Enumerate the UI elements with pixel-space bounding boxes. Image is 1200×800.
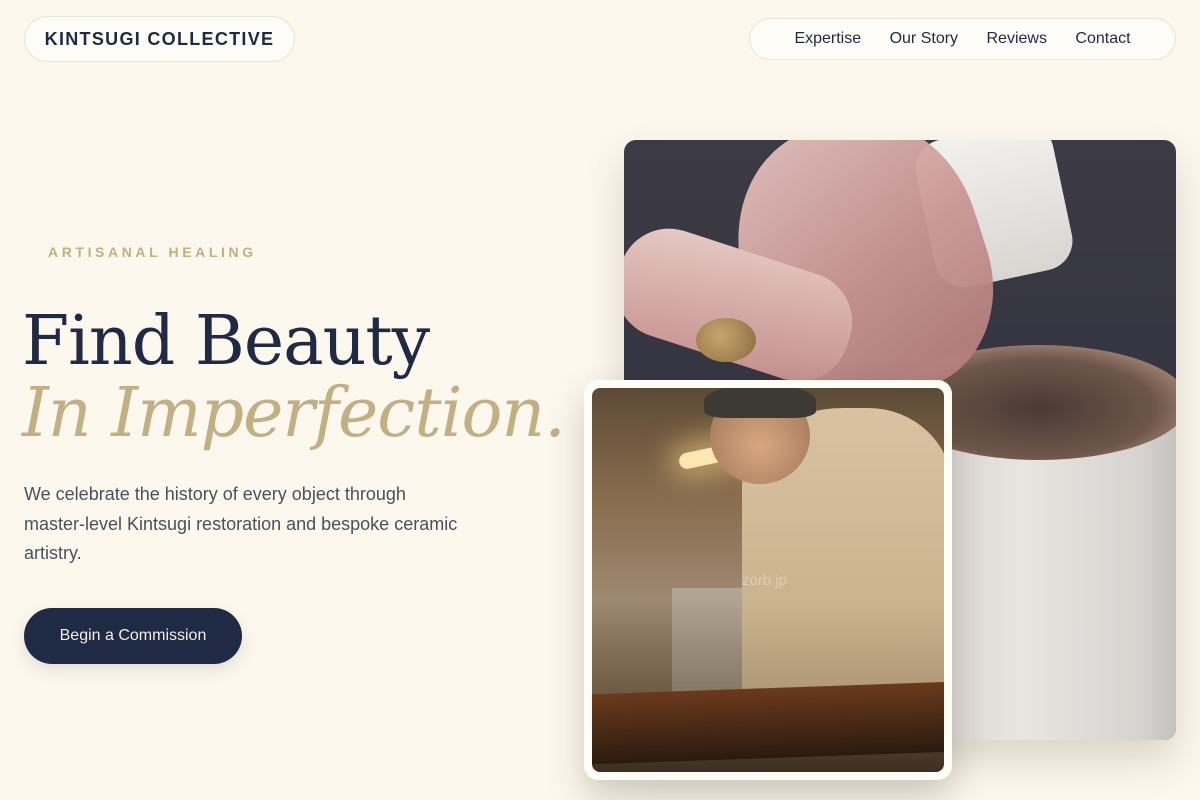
- hero-description: We celebrate the history of every object…: [24, 484, 458, 563]
- hero-eyebrow: ARTISANAL HEALING: [48, 244, 257, 260]
- begin-commission-button[interactable]: Begin a Commission: [24, 608, 242, 664]
- nav-link-contact[interactable]: Contact: [1075, 30, 1130, 48]
- main-nav: Expertise Our Story Reviews Contact: [749, 18, 1176, 60]
- craftsman-photo: zorb.jp: [592, 388, 944, 772]
- nav-link-our-story[interactable]: Our Story: [890, 30, 958, 48]
- workbench-shape: [592, 681, 944, 765]
- brand-logo[interactable]: KINTSUGI COLLECTIVE: [24, 16, 295, 62]
- nav-link-expertise[interactable]: Expertise: [794, 30, 861, 48]
- clay-ball-shape: [696, 318, 756, 362]
- craftsman-photo-card: zorb.jp: [584, 380, 952, 780]
- nav-link-reviews[interactable]: Reviews: [986, 30, 1046, 48]
- hero-headline: Find Beauty In Imperfection.: [22, 302, 566, 453]
- headline-line-2: In Imperfection.: [22, 374, 566, 453]
- landing-page: KINTSUGI COLLECTIVE Expertise Our Story …: [0, 0, 1200, 800]
- photo-watermark: zorb.jp: [742, 572, 788, 589]
- headline-line-1: Find Beauty: [22, 302, 430, 381]
- craftsman-cap-shape: [704, 388, 816, 418]
